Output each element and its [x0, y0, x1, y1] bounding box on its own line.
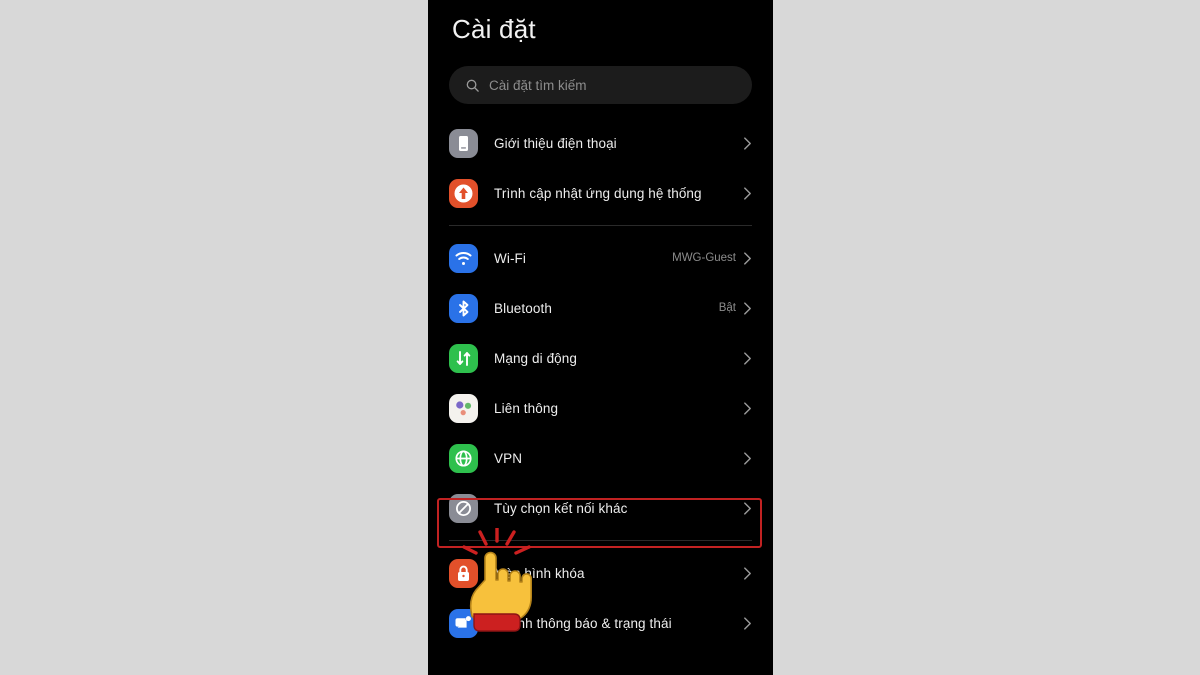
list-item-right	[736, 186, 752, 201]
list-item-right	[736, 566, 752, 581]
chevron-right-icon	[744, 351, 751, 365]
list-item-label: Trình cập nhật ứng dụng hệ thống	[494, 185, 702, 201]
list-item-right	[736, 616, 752, 631]
settings-group: Giới thiệu điện thoại Trình cập nhật ứng…	[428, 118, 773, 218]
list-item[interactable]: Trình cập nhật ứng dụng hệ thống	[428, 168, 773, 218]
list-item[interactable]: Bluetooth Bật	[428, 283, 773, 333]
list-item-right	[736, 351, 752, 366]
chevron-right-icon	[744, 251, 751, 265]
list-item-label: Tùy chọn kết nối khác	[494, 500, 628, 516]
list-item-right: Bật	[719, 301, 752, 316]
list-item-label: Bluetooth	[494, 300, 552, 316]
chevron-right-icon	[744, 401, 751, 415]
list-item-label: Giới thiệu điện thoại	[494, 135, 617, 151]
search-input[interactable]: Cài đặt tìm kiếm	[449, 66, 752, 104]
wifi-icon	[449, 243, 478, 273]
list-item[interactable]: Wi-Fi MWG-Guest	[428, 233, 773, 283]
list-item-right	[736, 401, 752, 416]
vpn-globe-icon	[449, 443, 478, 473]
list-item-other-connection[interactable]: Tùy chọn kết nối khác	[428, 483, 773, 533]
list-item[interactable]: Liên thông	[428, 383, 773, 433]
chevron-right-icon	[744, 136, 751, 150]
list-item[interactable]: Mạng di động	[428, 333, 773, 383]
search-placeholder: Cài đặt tìm kiếm	[489, 77, 587, 93]
list-item-label: Liên thông	[494, 400, 559, 416]
settings-group: Wi-Fi MWG-Guest Bluetooth Bật Mạng di độ…	[428, 233, 773, 533]
list-item-right	[736, 136, 752, 151]
chevron-right-icon	[744, 186, 751, 200]
interconnect-icon	[449, 393, 478, 423]
list-item-right	[736, 451, 752, 466]
list-item-label: VPN	[494, 450, 523, 466]
list-item-right	[736, 501, 752, 516]
list-item-label: Wi-Fi	[494, 250, 526, 266]
phone-icon	[449, 128, 478, 158]
other-connection-icon	[449, 493, 478, 523]
list-item[interactable]: VPN	[428, 433, 773, 483]
chevron-right-icon	[744, 616, 751, 630]
bluetooth-icon	[449, 293, 478, 323]
pointing-hand-cursor	[462, 528, 532, 632]
list-item-value: MWG-Guest	[672, 252, 736, 264]
chevron-right-icon	[744, 566, 751, 580]
chevron-right-icon	[744, 301, 751, 315]
list-item-value: Bật	[718, 302, 736, 314]
mobile-network-icon	[449, 343, 478, 373]
system-update-icon	[449, 178, 478, 208]
list-item-right: MWG-Guest	[672, 251, 752, 266]
list-item-label: Mạng di động	[494, 350, 578, 366]
page-title: Cài đặt	[452, 14, 536, 44]
screenshot-stage: Cài đặt Cài đặt tìm kiếm Giới thiệu điện…	[0, 0, 1200, 675]
chevron-right-icon	[744, 451, 751, 465]
chevron-right-icon	[744, 501, 751, 515]
search-icon	[466, 79, 479, 92]
group-divider	[449, 225, 752, 226]
list-item[interactable]: Giới thiệu điện thoại	[428, 118, 773, 168]
